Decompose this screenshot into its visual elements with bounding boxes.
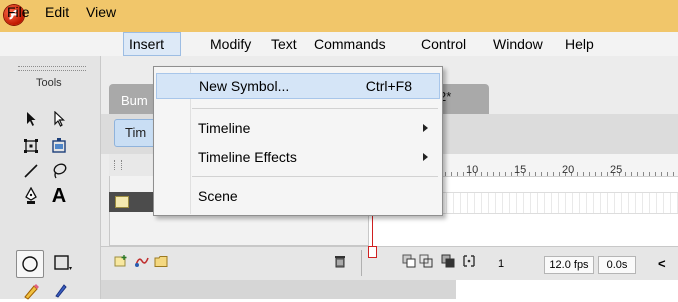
line-tool-icon[interactable]	[20, 160, 42, 182]
submenu-arrow-icon	[423, 153, 428, 161]
tools-title: Tools	[36, 77, 62, 89]
tools-panel-grip[interactable]	[18, 66, 86, 71]
onion-skin-icon[interactable]	[402, 254, 416, 268]
delete-layer-icon[interactable]	[333, 254, 347, 268]
free-transform-icon[interactable]	[20, 135, 42, 157]
layer-header-grip[interactable]	[114, 160, 122, 170]
bottom-bar-divider	[361, 250, 362, 276]
document-tab-label: Bum	[121, 93, 148, 108]
add-motion-guide-icon[interactable]	[134, 254, 149, 268]
layer-icon	[115, 196, 129, 208]
modify-onion-markers-icon[interactable]	[462, 254, 476, 268]
center-frame-icon[interactable]	[368, 246, 377, 258]
menu-item-label: New Symbol...	[199, 78, 290, 94]
rectangle-tool-icon[interactable]	[52, 252, 74, 274]
menu-item-shortcut: Ctrl+F8	[365, 78, 412, 94]
menu-separator	[192, 176, 438, 177]
menu-item-new-symbol[interactable]: New Symbol... Ctrl+F8	[156, 73, 440, 99]
text-tool-glyph: A	[51, 184, 67, 207]
oval-tool-icon[interactable]	[16, 250, 44, 278]
scroll-left-icon[interactable]: <	[658, 256, 666, 271]
submenu-arrow-icon	[423, 124, 428, 132]
menu-window[interactable]: Window	[488, 32, 548, 56]
lasso-icon[interactable]	[48, 160, 70, 182]
pen-icon[interactable]	[20, 185, 42, 207]
add-layer-icon[interactable]	[114, 254, 128, 268]
menu-item-label: Timeline	[198, 120, 251, 136]
elapsed-time-value: 0.0s	[598, 256, 636, 274]
menu-item-timeline[interactable]: Timeline	[156, 115, 440, 141]
edit-multiple-frames-icon[interactable]	[441, 254, 455, 268]
menu-item-label: Timeline Effects	[198, 149, 297, 165]
menu-item-scene[interactable]: Scene	[156, 183, 440, 209]
gradient-transform-icon[interactable]	[48, 135, 70, 157]
menu-commands[interactable]: Commands	[309, 32, 391, 56]
selection-arrow-icon[interactable]	[20, 108, 42, 130]
menu-item-timeline-effects[interactable]: Timeline Effects	[156, 144, 440, 170]
onion-skin-outlines-icon[interactable]	[419, 254, 433, 268]
timeline-toggle-button[interactable]: Tim	[114, 119, 158, 147]
ruler-number: 15	[514, 164, 527, 176]
frame-rate-value[interactable]: 12.0 fps	[544, 256, 594, 274]
menu-separator	[192, 108, 438, 109]
menu-item-label: Scene	[198, 188, 238, 204]
stage-canvas[interactable]	[456, 280, 678, 299]
ruler-number: 20	[562, 164, 575, 176]
menu-text[interactable]: Text	[266, 32, 302, 56]
current-frame-value: 1	[497, 258, 505, 270]
menu-control[interactable]: Control	[416, 32, 471, 56]
ruler-number: 10	[466, 164, 479, 176]
text-tool-icon[interactable]: A	[48, 185, 70, 207]
menu-file[interactable]: File	[2, 0, 35, 24]
menu-modify[interactable]: Modify	[205, 32, 256, 56]
add-layer-folder-icon[interactable]	[154, 254, 168, 268]
menu-insert[interactable]: Insert	[123, 32, 181, 56]
ruler-number: 25	[610, 164, 623, 176]
menu-edit[interactable]: Edit	[40, 0, 74, 24]
subselection-arrow-icon[interactable]	[48, 108, 70, 130]
menu-view[interactable]: View	[81, 0, 121, 24]
menu-help[interactable]: Help	[560, 32, 599, 56]
